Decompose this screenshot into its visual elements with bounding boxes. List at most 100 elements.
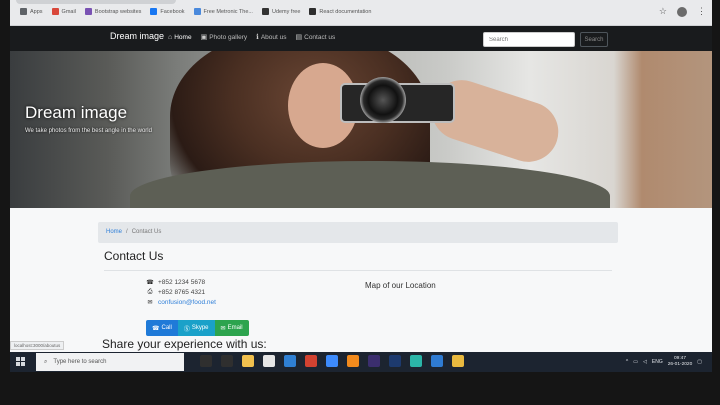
windows-start-icon[interactable] xyxy=(16,357,25,366)
windows-taskbar: ⌕ Type here to search ^ ▭ ◁ ENG 09:47 26… xyxy=(10,352,712,372)
search-input[interactable] xyxy=(483,32,575,47)
bookmark-label: Apps xyxy=(30,8,43,15)
app-orange-icon[interactable] xyxy=(347,355,359,367)
nav-item-photo-gallery[interactable]: ▣ Photo gallery xyxy=(200,33,248,42)
bookmark-item[interactable]: Apps xyxy=(20,8,43,15)
premiere-icon[interactable] xyxy=(368,355,380,367)
system-tray: ^ ▭ ◁ ENG 09:47 26-01-2020 ▢ xyxy=(626,356,702,368)
bookmark-label: Free Metronic The... xyxy=(203,8,253,15)
clock[interactable]: 09:47 26-01-2020 xyxy=(668,356,693,368)
contact-button-group: ☎ Call Ⓢ Skype ✉ Email xyxy=(146,320,249,336)
bookmark-label: Facebook xyxy=(160,8,185,15)
hero-subtitle: We take photos from the best angle in th… xyxy=(25,128,152,134)
breadcrumb: Home / Contact Us xyxy=(98,222,618,243)
bookmark-item[interactable]: Bootstrap websites xyxy=(84,8,142,15)
vscode-icon[interactable] xyxy=(431,355,443,367)
bookmark-favicon-icon xyxy=(309,8,317,15)
monitor-frame: Apps Gmail Bootstrap websites Facebook Free … xyxy=(0,0,720,405)
navbar-brand[interactable]: Dream image xyxy=(110,31,164,41)
nav-item-label: Photo gallery xyxy=(209,33,248,41)
language-indicator[interactable]: ENG xyxy=(652,359,663,365)
chevron-up-icon[interactable]: ^ xyxy=(626,359,628,365)
bookmark-item[interactable]: Facebook xyxy=(150,8,185,15)
bookmark-label: Udemy free xyxy=(271,8,301,15)
home-icon: ⌂ xyxy=(168,33,173,41)
status-bar-url: localhost:3000/aboutus xyxy=(10,341,65,350)
bookmark-item[interactable]: Free Metronic The... xyxy=(193,8,253,15)
browser-actions: ☆ ⋮ xyxy=(659,6,706,17)
volume-icon[interactable]: ◁ xyxy=(643,359,647,365)
call-button[interactable]: ☎ Call xyxy=(146,320,178,336)
taskbar-search-placeholder: Type here to search xyxy=(53,359,107,365)
map-title: Map of our Location xyxy=(365,281,436,290)
photoshop-icon[interactable] xyxy=(389,355,401,367)
menu-dots-icon[interactable]: ⋮ xyxy=(697,6,706,17)
taskbar-search[interactable]: ⌕ Type here to search xyxy=(36,353,184,371)
contact-line[interactable]: ✉ confusion@food.net xyxy=(146,299,216,306)
cortana-icon[interactable] xyxy=(200,355,212,367)
bookmark-favicon-icon xyxy=(193,8,201,15)
address-card-icon: ▤ xyxy=(295,34,303,41)
bookmark-label: Bootstrap websites xyxy=(94,8,142,15)
bookmark-label: Gmail xyxy=(61,8,76,15)
main-content: Home / Contact Us Contact Us ☎ +852 1234 … xyxy=(10,208,712,352)
contact-line-text: +852 8765 4321 xyxy=(158,289,206,296)
skype-button[interactable]: Ⓢ Skype xyxy=(177,320,215,336)
hero-title: Dream image xyxy=(25,103,128,122)
star-icon[interactable]: ☆ xyxy=(659,6,667,17)
page-title: Contact Us xyxy=(104,249,164,263)
site-navbar: Dream image ⌂ Home ▣ Photo gallery ℹ About us… xyxy=(10,26,712,51)
dropbox-icon[interactable] xyxy=(326,355,338,367)
camera-icon: ▣ xyxy=(200,34,208,41)
edge-icon[interactable] xyxy=(410,355,422,367)
bookmark-item[interactable]: Udemy free xyxy=(261,8,301,15)
nav-item-label: Contact us xyxy=(304,33,336,41)
pinned-apps xyxy=(200,355,464,367)
app-red-icon[interactable] xyxy=(305,355,317,367)
bookmark-item[interactable]: React documentation xyxy=(309,8,371,15)
file-explorer-icon[interactable] xyxy=(242,355,254,367)
email-button[interactable]: ✉ Email xyxy=(214,320,249,336)
nav-item-label: Home xyxy=(174,33,192,41)
contact-info: ☎ +852 1234 5678 ⎙ +852 8765 4321 ✉ confusion… xyxy=(146,279,216,306)
bookmark-favicon-icon xyxy=(261,8,269,15)
bookmarks-list: Apps Gmail Bootstrap websites Facebook Free … xyxy=(20,8,371,15)
tab-strip xyxy=(16,0,176,4)
info-icon: ℹ xyxy=(256,34,259,41)
skype-button-label: Skype xyxy=(191,325,209,331)
screen: Apps Gmail Bootstrap websites Facebook Free … xyxy=(10,0,712,372)
profile-avatar[interactable] xyxy=(677,6,687,17)
fax-icon: ⎙ xyxy=(147,289,153,295)
network-icon[interactable]: ▭ xyxy=(633,359,638,365)
share-title: Share your experience with us: xyxy=(102,337,267,351)
breadcrumb-home-link[interactable]: Home xyxy=(106,229,122,236)
bookmark-favicon-icon xyxy=(150,8,158,15)
bookmark-favicon-icon xyxy=(84,8,92,15)
task-view-icon[interactable] xyxy=(221,355,233,367)
nav-item-about-us[interactable]: ℹ About us xyxy=(256,33,287,42)
divider xyxy=(104,270,612,271)
search-icon: ⌕ xyxy=(44,358,48,365)
phone-icon: ☎ xyxy=(152,325,160,332)
nav-item-label: About us xyxy=(260,33,287,41)
skype-icon: Ⓢ xyxy=(183,326,190,333)
contact-line-text: +852 1234 5678 xyxy=(158,279,206,286)
bookmark-label: React documentation xyxy=(319,8,372,15)
breadcrumb-current: Contact Us xyxy=(131,229,162,235)
store-icon[interactable] xyxy=(263,355,275,367)
notification-icon[interactable]: ▢ xyxy=(697,359,702,365)
bookmark-favicon-icon xyxy=(51,8,59,15)
contact-line: ☎ +852 1234 5678 xyxy=(146,279,216,286)
search-button[interactable]: Search xyxy=(580,32,608,47)
contact-line-text: confusion@food.net xyxy=(158,299,216,306)
mail-icon[interactable] xyxy=(284,355,296,367)
browser-bookmarks-bar: Apps Gmail Bootstrap websites Facebook Free … xyxy=(10,0,712,26)
nav-item-home[interactable]: ⌂ Home xyxy=(168,33,192,41)
bookmark-item[interactable]: Gmail xyxy=(51,8,76,15)
envelope-icon: ✉ xyxy=(220,325,226,332)
chrome-icon[interactable] xyxy=(452,355,464,367)
phone-icon: ☎ xyxy=(146,280,154,286)
contact-line: ⎙ +852 8765 4321 xyxy=(146,289,216,296)
nav-item-contact-us[interactable]: ▤ Contact us xyxy=(295,33,336,42)
nav-items: ⌂ Home ▣ Photo gallery ℹ About us ▤ Contact us xyxy=(168,33,336,42)
